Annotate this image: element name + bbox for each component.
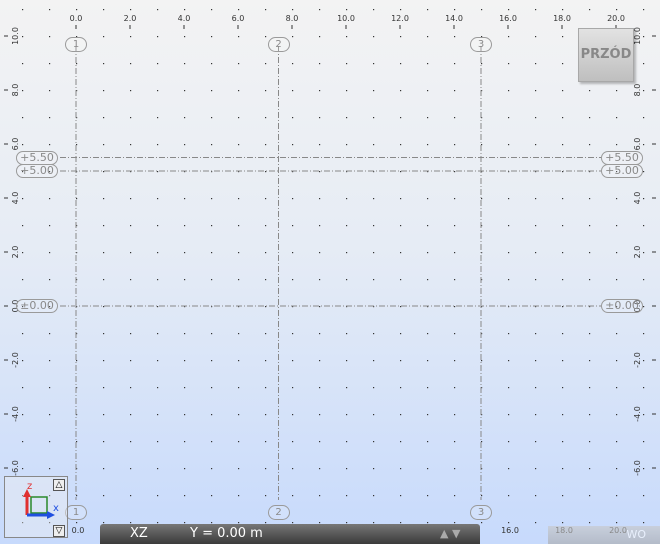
ruler-right-label: 2.0 [633,246,642,259]
ruler-top-label: 14.0 [445,14,463,23]
ruler-top-label: 0.0 [70,14,83,23]
level-marker-2[interactable]: ±0.00 [601,299,643,313]
ruler-top-label: 16.0 [499,14,517,23]
ruler-left-label: 8.0 [11,84,20,97]
ruler-right-label: 6.0 [633,138,642,151]
level-marker-0[interactable]: +5.50 [16,150,58,165]
ruler-right-label: -4.0 [633,406,642,422]
status-arrows-icon: ▲ ▼ [440,527,461,540]
status-bar: XZ Y = 0.00 m ▲ ▼ [100,524,480,544]
ruler-top-label: 2.0 [124,14,137,23]
ruler-left-label: 2.0 [11,246,20,259]
status-plane[interactable]: XZ [130,526,148,541]
ruler-top-label: 10.0 [337,14,355,23]
ruler-left-label: -4.0 [11,406,20,422]
triad-x-label: x [53,503,59,514]
ruler-left-label: -6.0 [11,460,20,476]
axis-marker-2[interactable]: 2 [267,37,290,52]
ruler-right-label: -6.0 [633,460,642,476]
view-cube-label: PRZÓD [580,47,632,62]
status-right: WO [548,526,660,544]
viewport[interactable]: 0.0 2.0 4.0 6.0 8.0 10.0 12.0 14.0 16.0 18.0 20.0 0… [0,0,660,544]
ruler-right-label: 10.0 [633,27,642,45]
ruler-top-label: 8.0 [286,14,299,23]
ruler-right-label: 8.0 [633,84,642,97]
level-marker-2[interactable]: ±0.00 [16,299,58,313]
ruler-bottom-label: 0.0 [72,526,85,535]
triad-up-button[interactable]: △ [53,479,65,491]
ruler-bottom-label: 16.0 [501,526,519,535]
ruler-top-label: 20.0 [607,14,625,23]
ruler-top-label: 4.0 [178,14,191,23]
grid-canvas[interactable]: 0.0 2.0 4.0 6.0 8.0 10.0 12.0 14.0 16.0 18.0 20.00… [0,0,660,544]
view-cube[interactable]: PRZÓD [578,28,634,82]
axis-marker-2[interactable]: 2 [267,505,290,520]
status-y-position[interactable]: Y = 0.00 m [190,526,263,541]
level-marker-0[interactable]: +5.50 [601,150,643,165]
axis-marker-1[interactable]: 1 [65,37,87,52]
axis-marker-1[interactable]: 1 [65,505,87,520]
ruler-top-label: 6.0 [232,14,245,23]
axis-marker-3[interactable]: 3 [470,37,492,52]
axis-triad[interactable]: z x △ ▽ [4,476,68,538]
ruler-right-label: -2.0 [633,352,642,368]
level-marker-1[interactable]: +5.00 [16,164,58,178]
ruler-left-label: -2.0 [11,352,20,368]
triad-z-label: z [27,481,32,492]
axis-marker-3[interactable]: 3 [470,505,492,520]
ruler-left-label: 4.0 [11,192,20,205]
ruler-right-label: 4.0 [633,192,642,205]
ruler-top-label: 18.0 [553,14,571,23]
ruler-left-label: 6.0 [11,138,20,151]
triad-down-button[interactable]: ▽ [53,525,65,537]
ruler-top-label: 12.0 [391,14,409,23]
ruler-left-label: 10.0 [11,27,20,45]
level-marker-1[interactable]: +5.00 [601,164,643,178]
